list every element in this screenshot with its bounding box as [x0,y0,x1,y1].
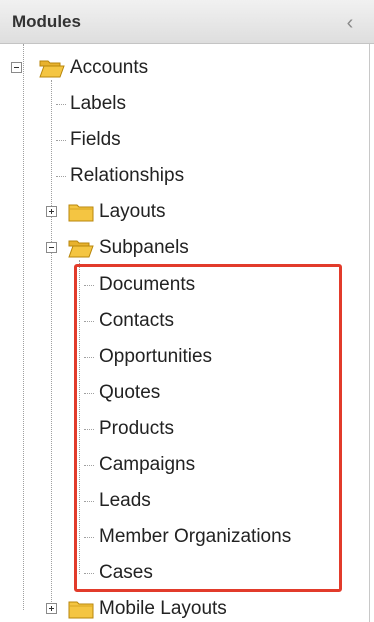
collapse-toggle-icon[interactable] [46,242,57,253]
modules-panel: Modules ‹ Accounts Labels Fields Relatio… [0,0,374,622]
panel-title: Modules [12,12,81,31]
folder-icon [68,204,94,222]
highlight-box [74,264,342,592]
tree-node-label[interactable]: Labels [70,93,126,115]
tree-guide-root [23,44,24,610]
tree-node-label[interactable]: Subpanels [99,237,189,259]
tree-node-label[interactable]: Relationships [70,165,184,187]
tree-node-label[interactable]: Fields [70,129,121,151]
tree-node-mobile-layouts[interactable]: Mobile Layouts [99,594,227,622]
tree-connector [56,140,66,141]
tree-node-label[interactable]: Layouts [99,201,166,223]
tree-guide-accounts [51,80,52,610]
panel-border [369,44,370,622]
tree-node-fields[interactable]: Fields [70,125,121,155]
tree-node-relationships[interactable]: Relationships [70,161,184,191]
tree-node-label[interactable]: Mobile Layouts [99,598,227,620]
tree-connector [56,176,66,177]
tree-node-accounts[interactable]: Accounts [70,53,148,83]
tree-node-subpanels[interactable]: Subpanels [99,233,189,263]
collapse-icon[interactable]: ‹ [338,11,362,35]
tree-node-label[interactable]: Accounts [70,57,148,79]
expand-toggle-icon[interactable] [46,206,57,217]
folder-open-icon [68,240,94,258]
expand-toggle-icon[interactable] [46,603,57,614]
collapse-toggle-icon[interactable] [11,62,22,73]
tree-connector [56,104,66,105]
folder-icon [68,601,94,619]
folder-open-icon [39,60,65,78]
tree-node-layouts[interactable]: Layouts [99,197,166,227]
tree-node-labels[interactable]: Labels [70,89,126,119]
panel-header: Modules ‹ [0,0,374,44]
